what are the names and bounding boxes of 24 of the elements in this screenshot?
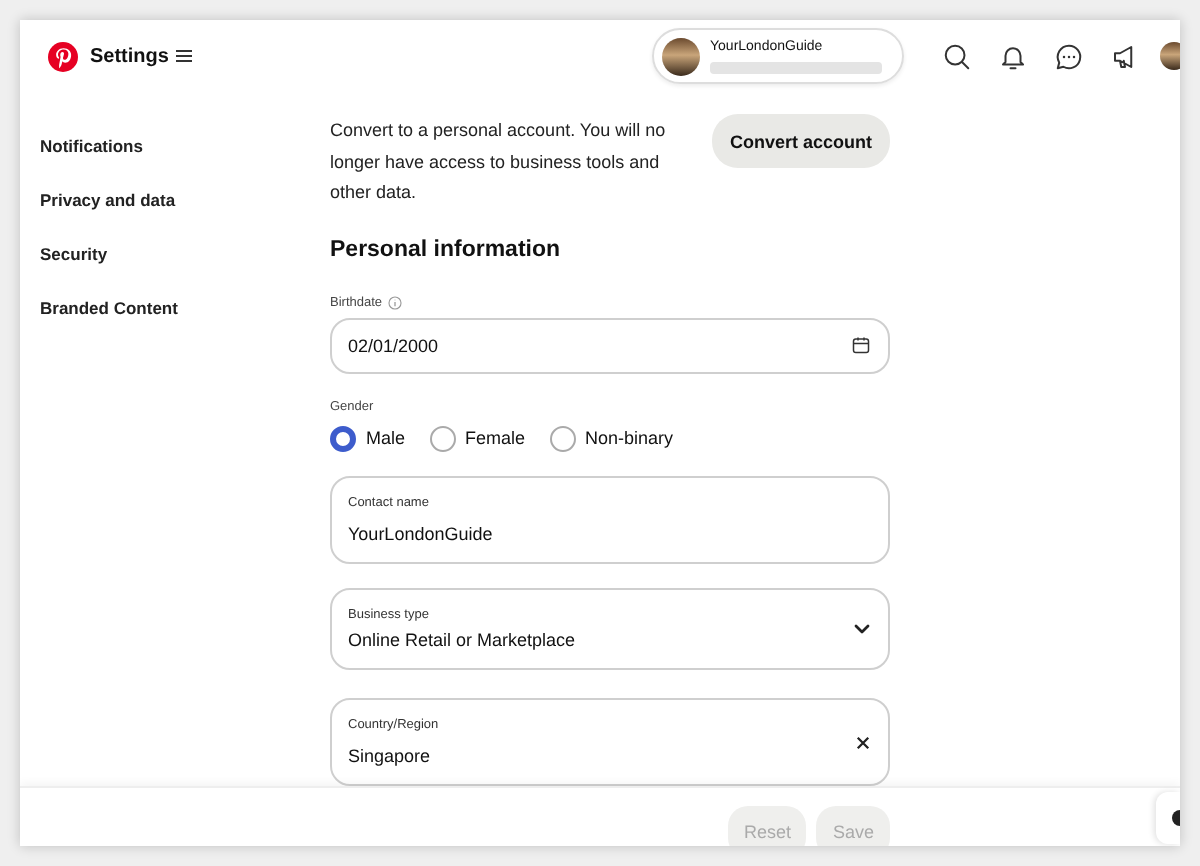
convert-account-button[interactable]: Convert account xyxy=(711,114,890,168)
menu-icon[interactable] xyxy=(176,50,193,62)
radio-button[interactable] xyxy=(429,425,456,452)
sidebar-item[interactable]: Security xyxy=(40,228,108,282)
side-tab[interactable] xyxy=(1156,792,1180,844)
page-title: Settings xyxy=(90,45,169,67)
chevron-down-icon xyxy=(854,624,870,635)
logo-icon[interactable] xyxy=(48,41,78,71)
radio-label: Male xyxy=(366,428,406,449)
birthdate-field[interactable]: 02/01/2000 xyxy=(330,318,890,374)
radio-button[interactable] xyxy=(549,425,576,452)
radio-label: Non-binary xyxy=(585,428,674,449)
calendar-icon[interactable] xyxy=(852,336,870,355)
avatar-photo xyxy=(662,37,700,75)
info-icon[interactable] xyxy=(388,295,403,310)
radio-button[interactable] xyxy=(330,425,356,452)
profile-avatar[interactable] xyxy=(1160,42,1180,70)
sidebar-item[interactable]: Privacy and data xyxy=(40,174,176,228)
close-icon[interactable] xyxy=(856,735,870,750)
section-heading: Personal information xyxy=(330,235,563,265)
radio-label: Female xyxy=(465,428,526,449)
convert-description: Convert to a personal account. You will no longer have access to business tools and other data. xyxy=(330,118,668,206)
sidebar-item[interactable]: Branded Content xyxy=(40,282,178,336)
sidebar-item[interactable]: Notifications xyxy=(40,120,143,174)
